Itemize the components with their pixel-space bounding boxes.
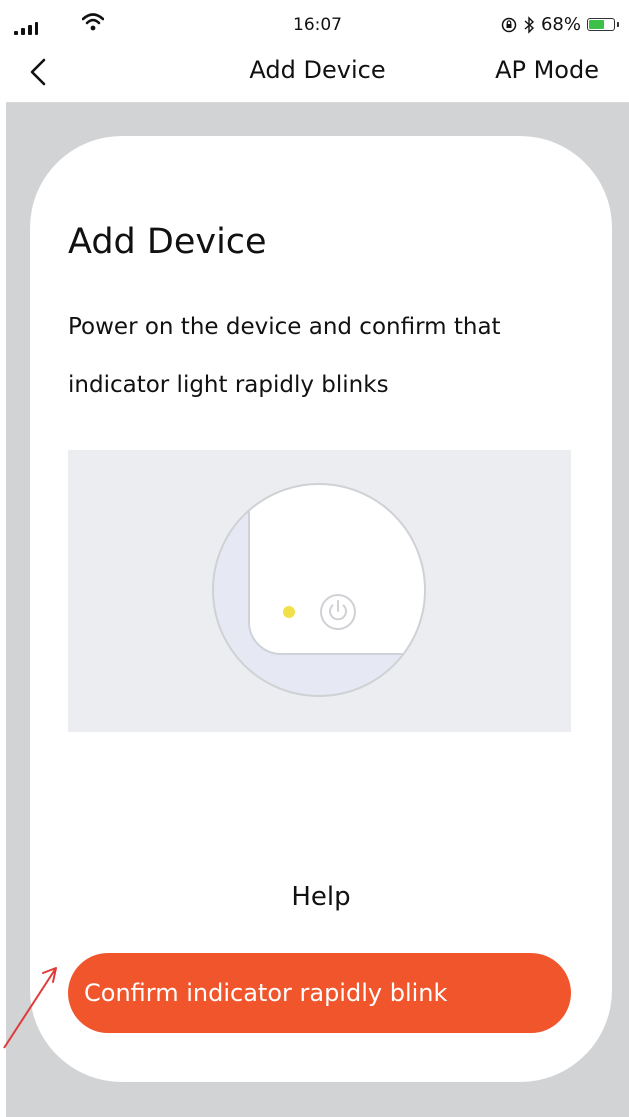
battery-fill <box>589 20 604 29</box>
status-bar: 16:07 68% <box>6 8 629 40</box>
device-illustration <box>68 450 571 732</box>
battery-icon <box>587 18 619 31</box>
orientation-lock-icon <box>501 17 517 32</box>
add-device-card: Add Device Power on the device and confi… <box>30 136 612 1082</box>
device-closeup-graphic <box>212 483 426 697</box>
annotation-arrow-icon <box>3 967 57 1049</box>
status-right-group: 68% <box>501 14 619 35</box>
indicator-light-icon <box>283 606 295 618</box>
ap-mode-button[interactable]: AP Mode <box>495 56 599 84</box>
nav-bar: Add Device AP Mode <box>6 40 629 103</box>
battery-percent: 68% <box>540 14 581 35</box>
confirm-indicator-button[interactable]: Confirm indicator rapidly blink <box>68 953 571 1033</box>
bluetooth-icon <box>524 15 535 34</box>
help-link[interactable]: Help <box>30 882 612 912</box>
card-title: Add Device <box>68 222 267 262</box>
instruction-text: Power on the device and confirm that ind… <box>68 314 501 398</box>
